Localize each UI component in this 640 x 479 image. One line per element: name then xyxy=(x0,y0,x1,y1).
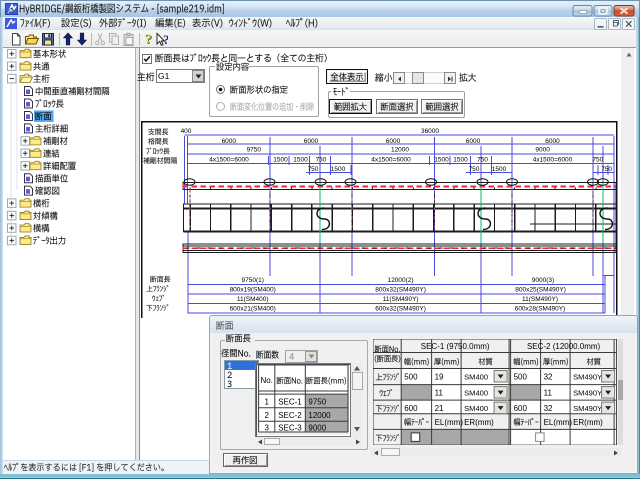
svg-text:9000: 9000 xyxy=(308,423,326,432)
svg-text:1500: 1500 xyxy=(293,156,308,163)
svg-text:1: 1 xyxy=(264,397,269,406)
svg-text:6000: 6000 xyxy=(386,138,401,145)
svg-text:6000: 6000 xyxy=(304,138,319,145)
svg-text:2: 2 xyxy=(264,411,269,420)
svg-text:9000: 9000 xyxy=(535,147,550,154)
svg-text:12000(2): 12000(2) xyxy=(388,277,414,284)
svg-text:?: ? xyxy=(145,32,152,47)
svg-text:ER(mm): ER(mm) xyxy=(573,418,603,427)
svg-text:EL(mm): EL(mm) xyxy=(435,418,464,427)
svg-text:SM490Y: SM490Y xyxy=(573,389,602,398)
svg-text:32: 32 xyxy=(544,404,553,413)
svg-text:6000: 6000 xyxy=(222,138,237,145)
svg-text:9750: 9750 xyxy=(308,397,326,406)
svg-text:ER(mm): ER(mm) xyxy=(464,418,494,427)
svg-text:1500: 1500 xyxy=(331,166,346,173)
svg-text:750: 750 xyxy=(316,156,327,163)
svg-text:4x1500=6000: 4x1500=6000 xyxy=(533,156,573,163)
svg-text:1500: 1500 xyxy=(492,166,507,173)
svg-text:SM490Y: SM490Y xyxy=(573,373,602,382)
svg-text:6000: 6000 xyxy=(466,138,481,145)
svg-text:No.: No. xyxy=(260,376,272,385)
svg-text:500: 500 xyxy=(514,373,528,382)
svg-text:SM400: SM400 xyxy=(464,404,488,413)
svg-text:600x28(SM490Y): 600x28(SM490Y) xyxy=(515,306,566,313)
svg-text:12000: 12000 xyxy=(391,147,409,154)
svg-text:SEC-1 (9750.0mm): SEC-1 (9750.0mm) xyxy=(421,342,490,351)
svg-text:600: 600 xyxy=(405,404,419,413)
svg-text:19: 19 xyxy=(435,373,444,382)
svg-text:750: 750 xyxy=(469,166,480,173)
svg-text:SEC-2: SEC-2 xyxy=(278,411,302,420)
svg-text:9750: 9750 xyxy=(247,147,262,154)
svg-text:600: 600 xyxy=(514,404,528,413)
svg-text:SEC-3: SEC-3 xyxy=(278,423,302,432)
svg-text:?: ? xyxy=(163,32,168,47)
svg-text:11(SM400): 11(SM400) xyxy=(237,296,269,303)
svg-text:21: 21 xyxy=(435,404,444,413)
svg-text:4x1500=6000: 4x1500=6000 xyxy=(209,156,249,163)
svg-text:SM400: SM400 xyxy=(464,373,488,382)
svg-text:EL(mm): EL(mm) xyxy=(544,418,573,427)
svg-text:32: 32 xyxy=(544,373,553,382)
svg-text:600x32(SM490Y): 600x32(SM490Y) xyxy=(375,306,426,313)
svg-text:1500: 1500 xyxy=(273,156,288,163)
svg-text:800x32(SM490Y): 800x32(SM490Y) xyxy=(375,286,426,293)
svg-text:600x21(SM400): 600x21(SM400) xyxy=(230,306,276,313)
svg-text:SM490Y: SM490Y xyxy=(573,404,602,413)
svg-text:750: 750 xyxy=(601,166,612,173)
svg-text:11: 11 xyxy=(544,389,553,398)
svg-text:750: 750 xyxy=(308,166,319,173)
svg-text:1500: 1500 xyxy=(453,156,468,163)
svg-text:800x19(SM400): 800x19(SM400) xyxy=(230,286,276,293)
svg-text:500: 500 xyxy=(405,373,419,382)
svg-text:9000(3): 9000(3) xyxy=(532,277,554,284)
svg-text:12000: 12000 xyxy=(308,411,331,420)
svg-text:1500: 1500 xyxy=(434,156,449,163)
svg-text:SEC-1: SEC-1 xyxy=(278,397,302,406)
svg-text:6000: 6000 xyxy=(545,138,560,145)
svg-text:SEC-2 (12000.0mm): SEC-2 (12000.0mm) xyxy=(527,342,601,351)
svg-text:750: 750 xyxy=(592,156,603,163)
svg-text:3: 3 xyxy=(264,423,269,432)
svg-text:800x25(SM490Y): 800x25(SM490Y) xyxy=(515,286,566,293)
svg-text:4x1500=6000: 4x1500=6000 xyxy=(371,156,411,163)
svg-text:400: 400 xyxy=(181,128,192,135)
svg-text:9750(1): 9750(1) xyxy=(241,277,263,284)
svg-text:SM400: SM400 xyxy=(464,389,488,398)
svg-text:36000: 36000 xyxy=(421,128,439,135)
svg-text:750: 750 xyxy=(477,156,488,163)
svg-text:11(SM490Y): 11(SM490Y) xyxy=(383,296,419,303)
svg-text:11(SM490Y): 11(SM490Y) xyxy=(522,296,558,303)
svg-text:11: 11 xyxy=(435,389,444,398)
